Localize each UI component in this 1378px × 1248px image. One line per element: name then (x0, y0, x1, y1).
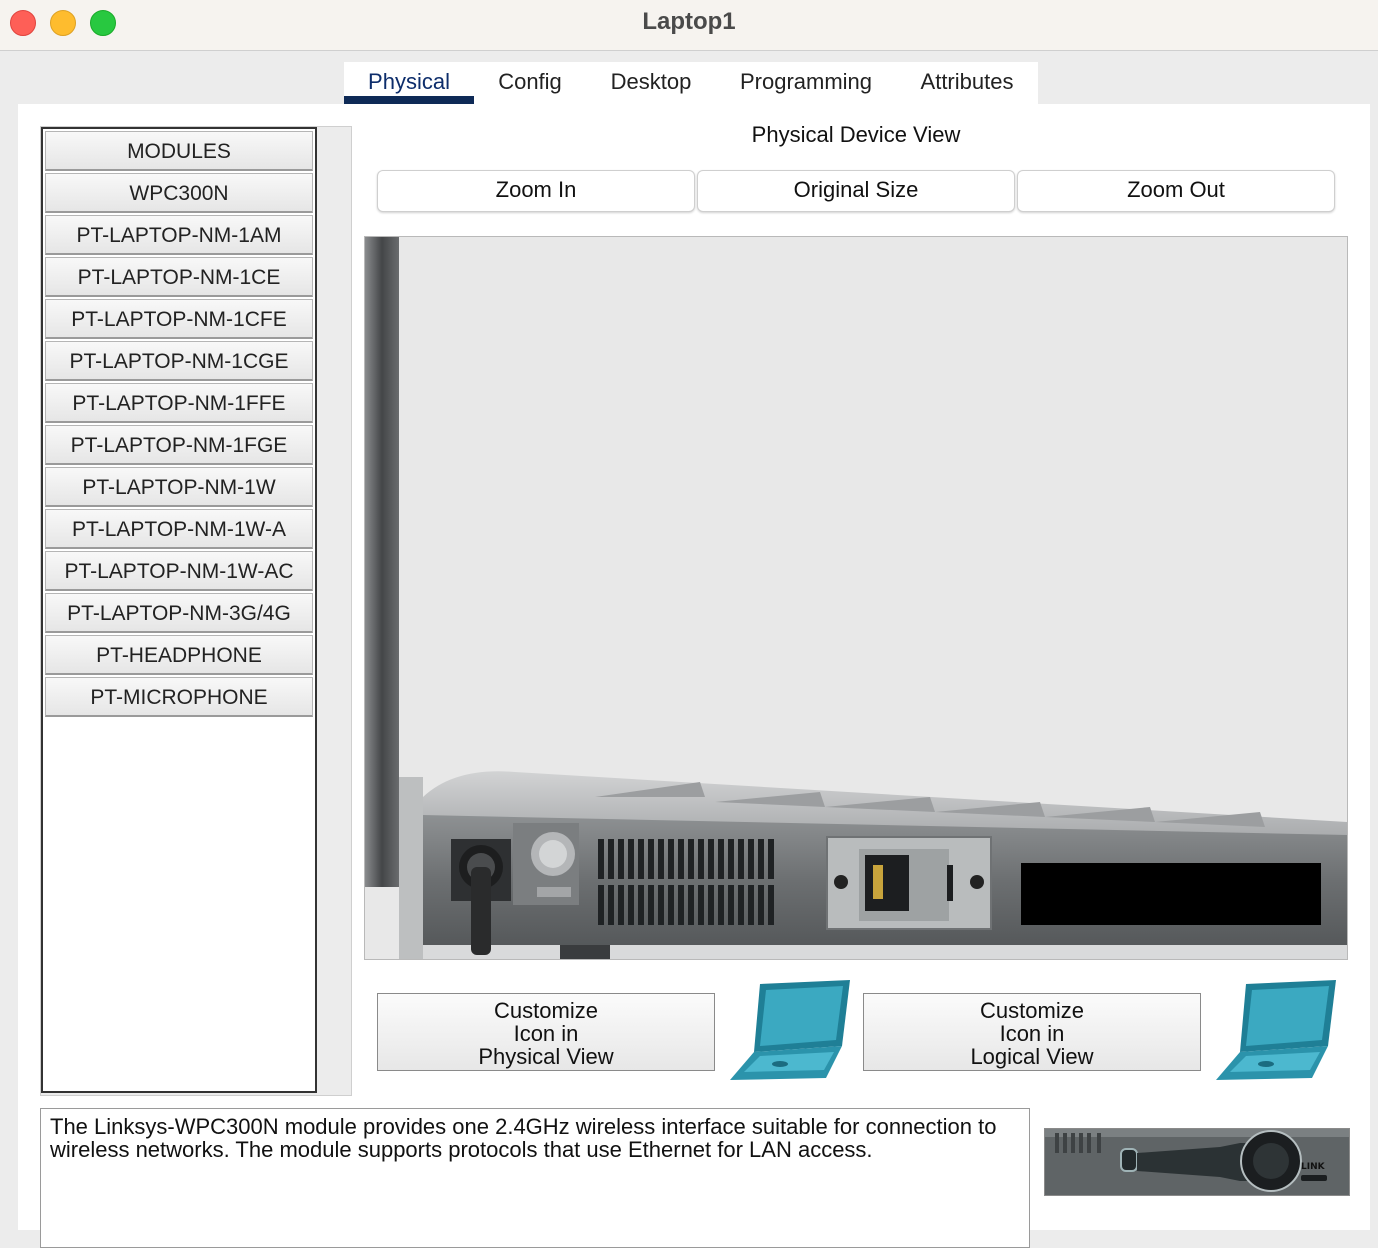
window-title: Laptop1 (642, 8, 736, 35)
title-bar: Laptop1 (0, 0, 1378, 51)
tab-bar: Physical Config Desktop Programming Attr… (344, 62, 1038, 104)
module-item-nm-1ffe[interactable]: PT-LAPTOP-NM-1FFE (45, 383, 313, 423)
module-item-microphone[interactable]: PT-MICROPHONE (45, 677, 313, 717)
tab-programming[interactable]: Programming (728, 62, 884, 104)
customize-logical-line1: Customize (980, 998, 1084, 1023)
module-item-wpc300n[interactable]: WPC300N (45, 173, 313, 213)
physical-device-view-title: Physical Device View (751, 122, 961, 147)
customize-logical-icon-button[interactable]: Customize Icon in Logical View (863, 993, 1201, 1071)
laptop-rear-panel-illustration (365, 237, 1347, 959)
link-label: LINK (1301, 1162, 1326, 1172)
zoom-out-button[interactable]: Zoom Out (1017, 170, 1335, 212)
module-item-nm-1cfe[interactable]: PT-LAPTOP-NM-1CFE (45, 299, 313, 339)
customize-logical-line3: Logical View (970, 1044, 1094, 1069)
module-thumbnail: LINK (1044, 1128, 1350, 1196)
modules-header[interactable]: MODULES (45, 131, 313, 171)
module-item-headphone[interactable]: PT-HEADPHONE (45, 635, 313, 675)
tab-attributes[interactable]: Attributes (906, 62, 1028, 104)
expansion-slot (1021, 863, 1321, 925)
module-item-nm-1cge[interactable]: PT-LAPTOP-NM-1CGE (45, 341, 313, 381)
ethernet-port (865, 855, 909, 911)
logical-laptop-icon (1216, 980, 1336, 1080)
physical-laptop-icon (730, 980, 850, 1080)
module-item-nm-1ce[interactable]: PT-LAPTOP-NM-1CE (45, 257, 313, 297)
wpc300n-module-image: LINK (1045, 1129, 1349, 1195)
module-item-nm-1fge[interactable]: PT-LAPTOP-NM-1FGE (45, 425, 313, 465)
module-item-nm-1w[interactable]: PT-LAPTOP-NM-1W (45, 467, 313, 507)
modules-list[interactable]: MODULES WPC300N PT-LAPTOP-NM-1AM PT-LAPT… (41, 127, 317, 1093)
module-item-nm-3g-4g[interactable]: PT-LAPTOP-NM-3G/4G (45, 593, 313, 633)
module-item-nm-1w-a[interactable]: PT-LAPTOP-NM-1W-A (45, 509, 313, 549)
modules-panel: MODULES WPC300N PT-LAPTOP-NM-1AM PT-LAPT… (40, 126, 352, 1096)
module-description: The Linksys-WPC300N module provides one … (40, 1108, 1030, 1248)
tab-physical[interactable]: Physical (344, 62, 474, 104)
laptop-lid-edge (365, 237, 399, 887)
customize-physical-line3: Physical View (478, 1044, 614, 1069)
original-size-button[interactable]: Original Size (697, 170, 1015, 212)
zoom-in-button[interactable]: Zoom In (377, 170, 695, 212)
customize-physical-icon-button[interactable]: Customize Icon in Physical View (377, 993, 715, 1071)
physical-device-view[interactable] (364, 236, 1348, 960)
customize-physical-line2: Icon in (513, 1021, 579, 1046)
tab-desktop[interactable]: Desktop (594, 62, 708, 104)
customize-physical-line1: Customize (494, 998, 598, 1023)
physical-tab-panel: MODULES WPC300N PT-LAPTOP-NM-1AM PT-LAPT… (18, 104, 1370, 1248)
module-item-nm-1w-ac[interactable]: PT-LAPTOP-NM-1W-AC (45, 551, 313, 591)
power-cable (471, 867, 491, 955)
module-item-nm-1am[interactable]: PT-LAPTOP-NM-1AM (45, 215, 313, 255)
tab-config[interactable]: Config (480, 62, 580, 104)
customize-logical-line2: Icon in (999, 1021, 1065, 1046)
